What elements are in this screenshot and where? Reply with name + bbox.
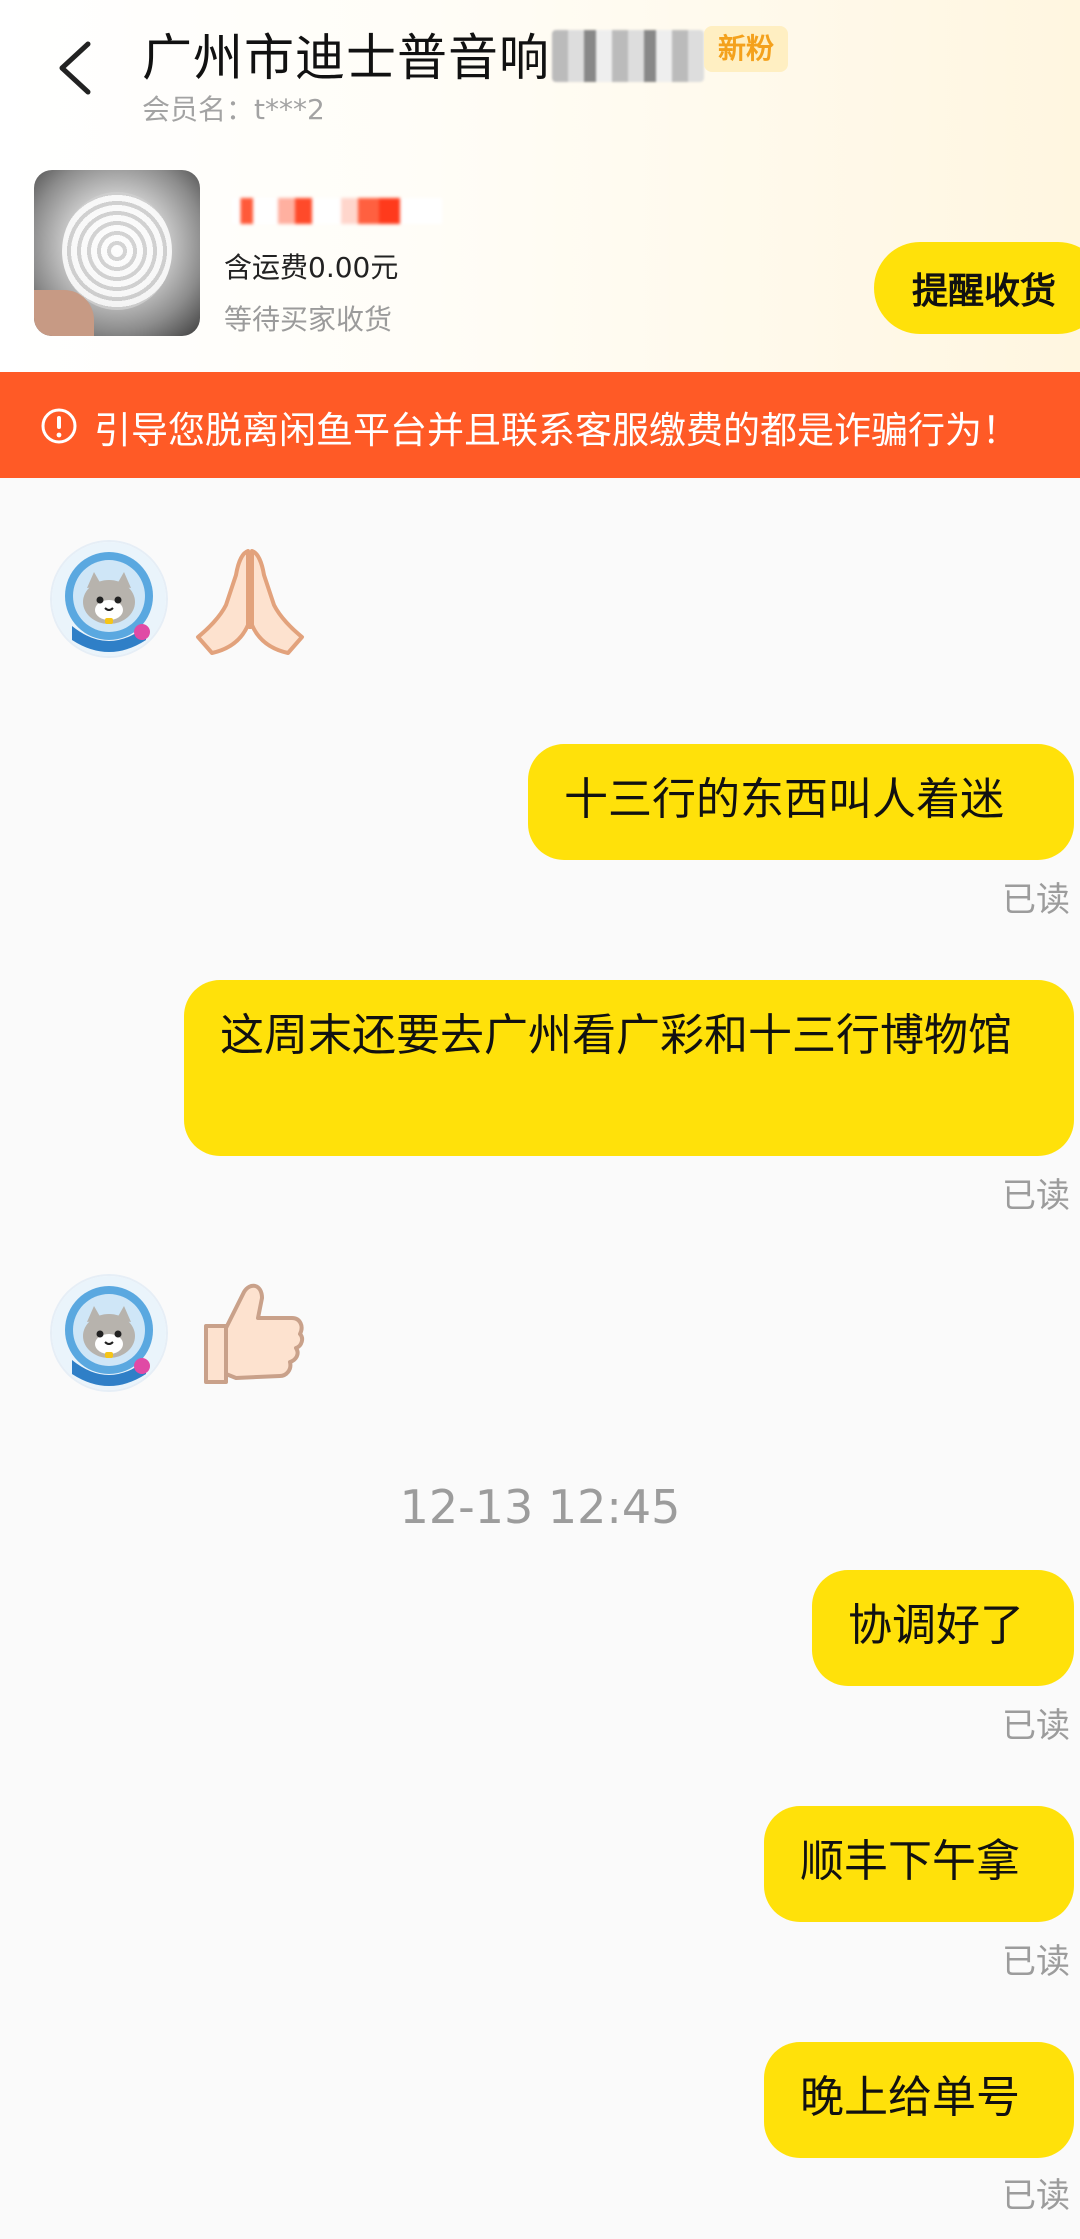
message-text: 十三行的东西叫人着迷 bbox=[564, 774, 1004, 825]
read-receipt: 已读 bbox=[1002, 1942, 1070, 1982]
cat-astronaut-icon bbox=[52, 542, 166, 656]
shipping-fee: 含运费0.00元 bbox=[224, 251, 399, 284]
message-text: 这周末还要去广州看广彩和十三行博物馆 bbox=[220, 1010, 1012, 1061]
message-bubble[interactable]: 顺丰下午拿 bbox=[764, 1806, 1074, 1922]
remind-receipt-button[interactable]: 提醒收货 bbox=[874, 242, 1080, 334]
seller-avatar[interactable] bbox=[50, 1274, 168, 1392]
back-arrow-icon[interactable] bbox=[52, 38, 100, 98]
order-status: 等待买家收货 bbox=[224, 303, 393, 336]
folded-hands-icon bbox=[196, 549, 304, 655]
thumbs-up-icon bbox=[204, 1283, 305, 1384]
new-fan-badge: 新粉 bbox=[704, 26, 789, 72]
redacted-name-blur bbox=[552, 30, 704, 82]
read-receipt: 已读 bbox=[1002, 2176, 1070, 2216]
alert-circle-icon bbox=[41, 408, 77, 444]
product-orb-image bbox=[62, 192, 172, 310]
seller-name: 广州市迪士普音响 bbox=[142, 29, 550, 87]
member-name: 会员名：t***2 bbox=[142, 93, 325, 126]
read-receipt: 已读 bbox=[1002, 1706, 1070, 1746]
warning-text: 引导您脱离闲鱼平台并且联系客服缴费的都是诈骗行为！ bbox=[94, 409, 1019, 452]
chat-header: 广州市迪士普音响 新粉 会员名：t***2 含运费0.00元 等待买家收货 提醒… bbox=[0, 0, 1080, 372]
chat-timestamp: 12-13 12:45 bbox=[399, 1480, 681, 1534]
read-receipt: 已读 bbox=[1002, 880, 1070, 920]
message-text: 顺丰下午拿 bbox=[800, 1836, 1020, 1887]
redacted-price-blur bbox=[232, 198, 442, 224]
message-text: 协调好了 bbox=[848, 1600, 1024, 1651]
read-receipt: 已读 bbox=[1002, 1176, 1070, 1216]
message-bubble[interactable]: 晚上给单号 bbox=[764, 2042, 1074, 2158]
message-bubble[interactable]: 十三行的东西叫人着迷 bbox=[528, 744, 1074, 860]
seller-avatar[interactable] bbox=[50, 540, 168, 658]
cat-astronaut-icon bbox=[52, 1276, 166, 1390]
message-bubble[interactable]: 这周末还要去广州看广彩和十三行博物馆 bbox=[184, 980, 1074, 1156]
message-bubble[interactable]: 协调好了 bbox=[812, 1570, 1074, 1686]
fraud-warning-banner: 引导您脱离闲鱼平台并且联系客服缴费的都是诈骗行为！ bbox=[0, 372, 1080, 478]
message-text: 晚上给单号 bbox=[800, 2072, 1020, 2123]
product-thumbnail[interactable] bbox=[34, 170, 200, 336]
